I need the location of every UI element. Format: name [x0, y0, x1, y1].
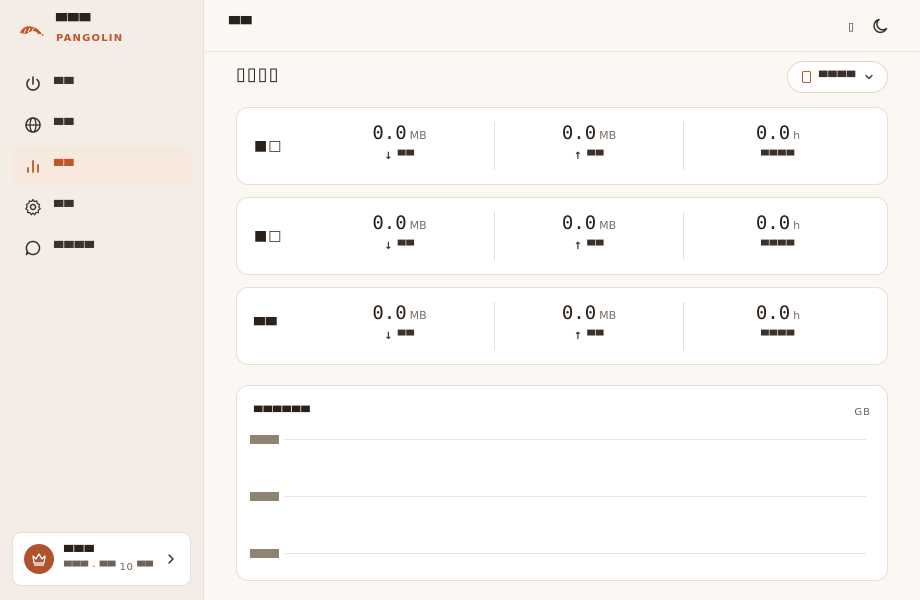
- duration-stat: 0.0 h ▀▀▀▀: [683, 302, 872, 350]
- chart-gridline: [250, 549, 866, 559]
- chevron-down-icon: [865, 74, 873, 80]
- language-icon[interactable]: ▯: [842, 17, 860, 35]
- duration-stat: 0.0 h ▀▀▀▀: [683, 212, 872, 260]
- chat-icon: [24, 239, 42, 257]
- pangolin-logo-icon: [20, 26, 44, 36]
- download-value: 0.0: [372, 122, 407, 144]
- stat-card: ▀▀ 0.0 MB ↓ ▀▀ 0.0 MB ↑ ▀▀ 0.0 h ▀▀▀▀: [236, 287, 888, 365]
- crown-icon: [32, 553, 46, 566]
- sidebar-item-power[interactable]: ▀▀: [12, 65, 191, 103]
- stat-card: ■□ 0.0 MB ↓ ▀▀ 0.0 MB ↑ ▀▀ 0.0 h ▀▀▀▀: [236, 107, 888, 185]
- chart-unit: GB: [854, 407, 871, 418]
- chart-gridline: [250, 492, 866, 502]
- upload-label: ↑ ▀▀: [573, 241, 605, 252]
- download-value: 0.0: [372, 212, 407, 234]
- account-card[interactable]: ▀▀▀ ▀▀▀ · ▀▀ 10 ▀▀: [12, 532, 191, 586]
- y-tick-placeholder: [250, 492, 279, 501]
- chart-gridline: [250, 435, 866, 445]
- duration-unit: h: [793, 309, 801, 322]
- stat-period-label: ■□: [254, 138, 283, 154]
- upload-stat: 0.0 MB ↑ ▀▀: [494, 302, 683, 350]
- duration-label: ▀▀▀▀: [761, 241, 795, 252]
- page-title: ▀▀: [229, 17, 253, 33]
- account-plan: ▀▀▀ · ▀▀ 10 ▀▀: [64, 562, 154, 573]
- sidebar-item-label: ▀▀: [54, 159, 75, 173]
- phone-icon: [802, 71, 811, 83]
- sidebar-item-stats[interactable]: ▀▀: [12, 147, 191, 185]
- usage-chart: ▀▀▀▀▀▀ GB: [236, 385, 888, 581]
- download-stat: 0.0 MB ↓ ▀▀: [305, 302, 494, 350]
- gear-icon: [24, 198, 42, 216]
- duration-label: ▀▀▀▀: [761, 151, 795, 162]
- upload-unit: MB: [599, 219, 617, 232]
- download-unit: MB: [409, 219, 427, 232]
- duration-value: 0.0: [755, 302, 791, 324]
- download-label: ↓ ▀▀: [384, 331, 415, 342]
- avatar: [24, 544, 54, 574]
- download-value: 0.0: [372, 302, 407, 324]
- account-name: ▀▀▀: [64, 545, 95, 559]
- brand: ▀▀▀ PANGOLIN: [18, 14, 123, 44]
- sidebar-nav: ▀▀ ▀▀ ▀▀ ▀▀ ▀▀▀▀: [12, 65, 191, 270]
- topbar: ▀▀ ▯: [205, 0, 920, 52]
- upload-unit: MB: [599, 309, 617, 322]
- section-title: ▯▯▯▯: [236, 64, 280, 85]
- duration-stat: 0.0 h ▀▀▀▀: [683, 122, 872, 170]
- duration-unit: h: [793, 129, 801, 142]
- duration-label: ▀▀▀▀: [761, 331, 795, 342]
- sidebar-item-globe[interactable]: ▀▀: [12, 106, 191, 144]
- moon-icon: [873, 18, 888, 34]
- device-select[interactable]: ▀▀▀▀: [787, 61, 888, 93]
- sidebar-item-settings[interactable]: ▀▀: [12, 188, 191, 226]
- y-tick-placeholder: [250, 549, 279, 558]
- gridline: [284, 553, 866, 554]
- upload-value: 0.0: [561, 212, 597, 234]
- globe-icon: [24, 116, 42, 134]
- sidebar: ▀▀▀ PANGOLIN ▀▀ ▀▀ ▀▀ ▀▀ ▀▀▀▀ ▀▀▀ ▀▀▀ · …: [0, 0, 204, 600]
- sidebar-item-label: ▀▀: [54, 77, 75, 91]
- duration-value: 0.0: [755, 122, 791, 144]
- chart-title: ▀▀▀▀▀▀: [254, 406, 311, 419]
- dark-mode-toggle[interactable]: [872, 17, 890, 35]
- gridline: [284, 496, 866, 497]
- duration-value: 0.0: [755, 212, 791, 234]
- stat-period-label: ■□: [254, 228, 283, 244]
- power-icon: [24, 75, 42, 93]
- upload-label: ↑ ▀▀: [573, 151, 605, 162]
- stat-period-label: ▀▀: [254, 318, 278, 334]
- brand-subtitle: PANGOLIN: [56, 33, 124, 44]
- sidebar-item-label: ▀▀▀▀: [54, 241, 95, 255]
- upload-value: 0.0: [561, 302, 597, 324]
- download-label: ↓ ▀▀: [384, 241, 415, 252]
- download-label: ↓ ▀▀: [384, 151, 415, 162]
- stat-card: ■□ 0.0 MB ↓ ▀▀ 0.0 MB ↑ ▀▀ 0.0 h ▀▀▀▀: [236, 197, 888, 275]
- device-select-value: ▀▀▀▀: [819, 70, 857, 84]
- chevron-right-icon: [168, 554, 174, 564]
- download-stat: 0.0 MB ↓ ▀▀: [305, 212, 494, 260]
- gridline: [284, 439, 866, 440]
- sidebar-item-label: ▀▀: [54, 118, 75, 132]
- upload-stat: 0.0 MB ↑ ▀▀: [494, 122, 683, 170]
- upload-value: 0.0: [561, 122, 597, 144]
- y-tick-placeholder: [250, 435, 279, 444]
- download-unit: MB: [409, 309, 427, 322]
- upload-label: ↑ ▀▀: [573, 331, 605, 342]
- upload-unit: MB: [599, 129, 617, 142]
- bar-chart-icon: [24, 157, 42, 175]
- brand-title: ▀▀▀: [56, 14, 92, 30]
- download-stat: 0.0 MB ↓ ▀▀: [305, 122, 494, 170]
- sidebar-item-feedback[interactable]: ▀▀▀▀: [12, 229, 191, 267]
- download-unit: MB: [409, 129, 427, 142]
- upload-stat: 0.0 MB ↑ ▀▀: [494, 212, 683, 260]
- sidebar-item-label: ▀▀: [54, 200, 75, 214]
- duration-unit: h: [793, 219, 801, 232]
